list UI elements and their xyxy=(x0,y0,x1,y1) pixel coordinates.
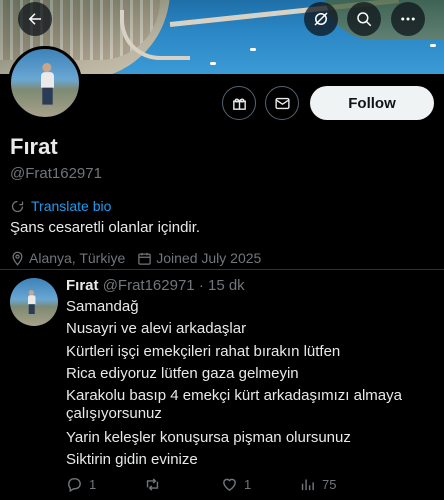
no-notifications-icon xyxy=(314,12,328,26)
post-time[interactable]: 15 dk xyxy=(208,277,245,294)
avatar-person xyxy=(41,63,54,105)
post-text-line: çalışıyorsunuz xyxy=(66,405,162,422)
repost-icon xyxy=(146,478,159,491)
envelope-icon xyxy=(274,97,290,109)
views-button[interactable]: 75 xyxy=(299,476,336,493)
gift-icon xyxy=(232,97,246,110)
heart-icon xyxy=(223,478,236,492)
post-text-line: Rica ediyoruz lütfen gaza gelmeyin xyxy=(66,365,299,382)
banner-boat xyxy=(210,62,216,65)
post-actions: 1 1 75 xyxy=(66,476,436,496)
location-text: Alanya, Türkiye xyxy=(29,250,126,266)
repost-button[interactable] xyxy=(144,476,167,493)
post-text-line: Siktirin gidin evinize xyxy=(66,451,198,468)
profile-meta: Alanya, Türkiye Joined July 2025 xyxy=(10,250,273,266)
post-avatar[interactable] xyxy=(10,278,58,326)
like-button[interactable]: 1 xyxy=(221,476,251,493)
post-author-name[interactable]: Fırat xyxy=(66,277,99,294)
profile-location: Alanya, Türkiye xyxy=(10,250,125,266)
translate-icon xyxy=(11,200,24,212)
back-button[interactable] xyxy=(18,2,52,36)
post-separator: · xyxy=(198,277,204,294)
profile-name: Fırat xyxy=(10,134,58,159)
location-pin-icon xyxy=(12,251,23,266)
follow-button[interactable]: Follow xyxy=(310,86,434,120)
gift-button[interactable] xyxy=(222,86,256,120)
post-text-line: Yarin keleşler konuşursa pişman olursunu… xyxy=(66,429,351,446)
reply-icon xyxy=(68,478,81,493)
like-count: 1 xyxy=(244,477,252,492)
post-header: Fırat @Frat162971 · 15 dk xyxy=(66,277,245,294)
translate-bio-label[interactable]: Translate bio xyxy=(31,198,111,214)
banner-hill xyxy=(324,0,444,40)
post-text-line: Karakolu basıp 4 emekçi kürt arkadaşımız… xyxy=(66,387,402,404)
post-text-line: Samandağ xyxy=(66,298,139,315)
view-count: 75 xyxy=(322,477,337,492)
avatar-person xyxy=(28,290,36,314)
arrow-left-icon xyxy=(28,13,41,25)
more-button[interactable] xyxy=(391,2,425,36)
more-icon xyxy=(401,17,415,21)
post-text-line: Kürtleri işçi emekçileri rahat bırakın l… xyxy=(66,343,341,360)
profile-bio: Şans cesaretli olanlar içindir. xyxy=(10,219,201,236)
calendar-icon xyxy=(138,252,151,265)
profile-avatar[interactable] xyxy=(8,46,82,120)
banner-boat xyxy=(250,48,256,51)
profile-joined: Joined July 2025 xyxy=(137,250,261,266)
reply-count: 1 xyxy=(89,477,97,492)
profile-handle: @Frat162971 xyxy=(10,165,102,182)
divider xyxy=(0,269,444,270)
post-author-handle[interactable]: @Frat162971 xyxy=(103,277,195,294)
post-text-line: Nusayri ve alevi arkadaşlar xyxy=(66,320,247,337)
message-button[interactable] xyxy=(265,86,299,120)
reply-button[interactable]: 1 xyxy=(66,476,96,493)
search-button[interactable] xyxy=(347,2,381,36)
translate-bio-link[interactable]: Translate bio xyxy=(10,198,111,214)
banner-boat xyxy=(430,44,436,47)
views-chart-icon xyxy=(301,479,314,491)
search-icon xyxy=(357,12,372,27)
joined-text: Joined July 2025 xyxy=(156,250,262,266)
notifications-off-button[interactable] xyxy=(304,2,338,36)
